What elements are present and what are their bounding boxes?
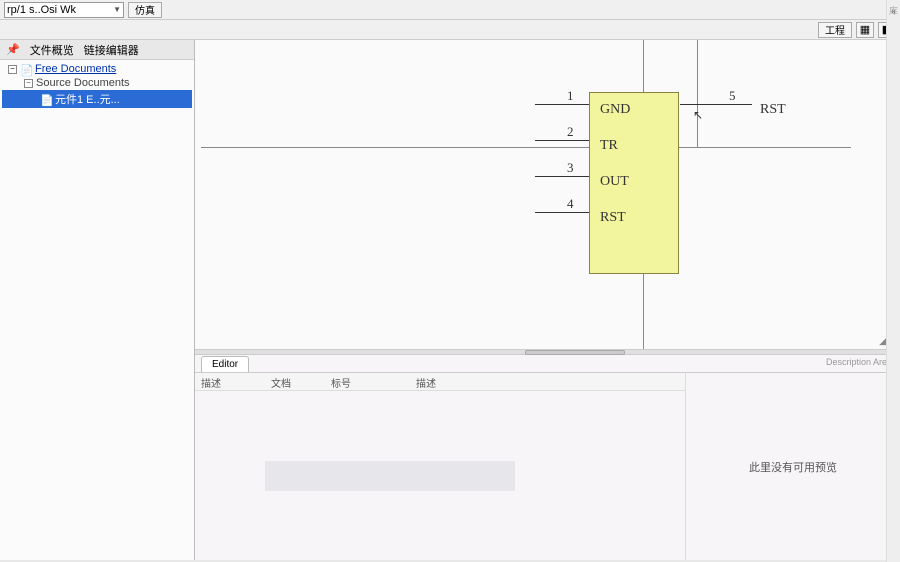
column-headers: 描述 文档 标号 描述 (195, 373, 685, 391)
tree-child-source[interactable]: − Source Documents (2, 76, 192, 90)
bottom-right-label: Description Area (826, 357, 892, 367)
cursor-icon: ↖ (693, 108, 703, 122)
pin-4-label: RST (600, 210, 626, 226)
tree-child-selected[interactable]: 📄 元件1 E..元... (2, 90, 192, 108)
toolbar-button-1[interactable]: 仿真 (128, 2, 162, 18)
col-header-2[interactable]: 文档 (265, 373, 325, 390)
pin-2-num: 2 (567, 124, 574, 140)
preview-pane: ˄ 此里没有可用预览 (685, 373, 900, 560)
pin-4-num: 4 (567, 196, 574, 212)
tree-root[interactable]: − 📄 Free Documents (2, 62, 192, 76)
pin-3-label: OUT (600, 174, 629, 190)
col-header-3[interactable]: 标号 (325, 373, 410, 390)
pin-4-wire (535, 212, 589, 213)
collapse-icon[interactable]: − (24, 79, 33, 88)
panel-tabs: 📌 文件概览 链接编辑器 (0, 40, 194, 60)
guide-vline-2 (697, 40, 698, 148)
toolbar-button-2[interactable]: 工程 (818, 22, 852, 38)
pin-5-wire (680, 104, 752, 105)
tree-child-label: Source Documents (36, 77, 130, 89)
project-tree: − 📄 Free Documents − Source Documents 📄 … (0, 60, 194, 110)
collapse-icon[interactable]: − (8, 65, 17, 74)
tab-editor[interactable]: Editor (201, 356, 249, 372)
pin-icon[interactable]: 📌 (6, 43, 20, 56)
folder-icon: 📄 (20, 64, 32, 74)
col-header-1[interactable]: 描述 (195, 373, 265, 390)
pin-3-wire (535, 176, 589, 177)
col-header-4[interactable]: 描述 (410, 373, 490, 390)
pin-2-label: TR (600, 138, 618, 154)
panel-tab-overview[interactable]: 文件概览 (30, 42, 74, 58)
tree-root-label: Free Documents (35, 63, 116, 75)
pin-1-num: 1 (567, 88, 574, 104)
no-preview-text: 此里没有可用预览 (749, 459, 837, 475)
pin-5-label: RST (760, 102, 786, 118)
pin-5-num: 5 (729, 88, 736, 104)
guide-hline (201, 147, 851, 148)
toolbar-row-2: 工程 ▦ ◧ (0, 20, 900, 40)
bottom-panel: Editor Description Area 描述 文档 标号 描述 (195, 355, 900, 560)
panel-tab-editor[interactable]: 链接编辑器 (84, 42, 139, 58)
document-icon: 📄 (40, 94, 52, 104)
schematic-canvas[interactable]: 1 GND 2 TR 3 OUT 4 RST 5 RST ↖ ▴ ◢ (195, 40, 900, 349)
bottom-content: 描述 文档 标号 描述 ˄ 此里没有可用预览 (195, 373, 900, 560)
chevron-down-icon: ▼ (113, 5, 121, 14)
pin-2-wire (535, 140, 589, 141)
bottom-left: 描述 文档 标号 描述 (195, 373, 685, 560)
left-panel: 📌 文件概览 链接编辑器 − 📄 Free Documents − Source… (0, 40, 195, 560)
project-dropdown[interactable]: rp/1 s..Osi Wk ▼ (4, 2, 124, 18)
pin-3-num: 3 (567, 160, 574, 176)
bottom-body (195, 391, 685, 551)
pin-1-label: GND (600, 102, 630, 118)
bottom-tabs: Editor Description Area (195, 355, 900, 373)
dropdown-value: rp/1 s..Osi Wk (7, 4, 76, 16)
faint-highlight (265, 461, 515, 491)
toolbar-icon-1[interactable]: ▦ (856, 22, 874, 38)
center-area: 1 GND 2 TR 3 OUT 4 RST 5 RST ↖ ▴ ◢ (195, 40, 900, 560)
dock-arrow-icon[interactable]: « (891, 6, 896, 16)
toolbar-row-1: rp/1 s..Osi Wk ▼ 仿真 (0, 0, 900, 20)
tree-selected-label: 元件1 E..元... (55, 91, 120, 107)
canvas-corner-icon[interactable]: ◢ (879, 336, 886, 347)
schematic: 1 GND 2 TR 3 OUT 4 RST 5 RST ↖ (195, 40, 900, 349)
main-area: 📌 文件概览 链接编辑器 − 📄 Free Documents − Source… (0, 40, 900, 560)
pin-1-wire (535, 104, 589, 105)
right-dock-strip[interactable]: « 库 (886, 0, 900, 562)
